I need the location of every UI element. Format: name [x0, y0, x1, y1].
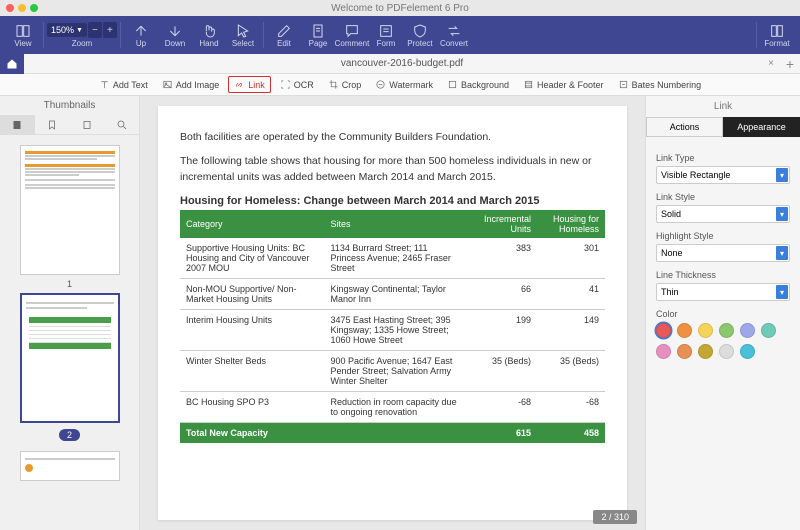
color-swatch[interactable] — [677, 344, 692, 359]
bates-numbering-button[interactable]: Bates Numbering — [613, 77, 707, 92]
actions-tab[interactable]: Actions — [646, 117, 723, 137]
header-footer-button[interactable]: Header & Footer — [518, 77, 609, 92]
color-swatch[interactable] — [656, 323, 671, 338]
format-button[interactable]: Format — [760, 18, 794, 52]
tab-bar: vancouver-2016-budget.pdf × + — [0, 54, 800, 74]
chevron-down-icon: ▾ — [776, 207, 788, 221]
table-row: Winter Shelter Beds900 Pacific Avenue; 1… — [180, 351, 605, 392]
edit-button[interactable]: Edit — [267, 18, 301, 52]
panel-title: Link — [646, 96, 800, 117]
up-button[interactable]: Up — [124, 18, 158, 52]
chevron-down-icon: ▾ — [776, 246, 788, 260]
link-button[interactable]: Link — [228, 76, 271, 93]
close-tab-icon[interactable]: × — [768, 58, 774, 69]
zoom-level[interactable]: 150%▼ — [47, 23, 87, 37]
table-row: Interim Housing Units3475 East Hasting S… — [180, 310, 605, 351]
thumbnails-tab[interactable] — [0, 115, 35, 134]
home-tab[interactable] — [0, 54, 24, 74]
highlight-style-select[interactable]: None▾ — [656, 244, 790, 262]
attachments-tab[interactable] — [70, 115, 105, 134]
chevron-down-icon: ▾ — [776, 285, 788, 299]
thumbnail-label-1: 1 — [6, 279, 133, 289]
thumbnail-page-3[interactable] — [20, 451, 120, 481]
bookmarks-tab[interactable] — [35, 115, 70, 134]
search-tab[interactable] — [104, 115, 139, 134]
zoom-in-button[interactable]: + — [103, 22, 117, 38]
page-indicator: 2 / 310 — [593, 510, 637, 524]
document-tab[interactable]: vancouver-2016-budget.pdf × — [24, 54, 780, 74]
hand-button[interactable]: Hand — [192, 18, 226, 52]
link-type-select[interactable]: Visible Rectangle▾ — [656, 166, 790, 184]
table-row: BC Housing SPO P3Reduction in room capac… — [180, 392, 605, 423]
background-button[interactable]: Background — [442, 77, 514, 92]
appearance-tab[interactable]: Appearance — [723, 117, 800, 137]
color-swatch[interactable] — [698, 344, 713, 359]
thumbnails-sidebar: Thumbnails 1 — [0, 96, 140, 530]
add-text-button[interactable]: Add Text — [94, 77, 153, 92]
view-button[interactable]: View — [6, 18, 40, 52]
chevron-down-icon: ▾ — [776, 168, 788, 182]
document-viewport[interactable]: Both facilities are operated by the Comm… — [140, 96, 645, 530]
select-button[interactable]: Select — [226, 18, 260, 52]
properties-panel: Link Actions Appearance Link Type Visibl… — [645, 96, 800, 530]
convert-button[interactable]: Convert — [437, 18, 471, 52]
window-title: Welcome to PDFelement 6 Pro — [0, 3, 800, 14]
table-row: Supportive Housing Units: BC Housing and… — [180, 238, 605, 279]
color-swatch[interactable] — [677, 323, 692, 338]
main-toolbar: View 150%▼ − + Zoom Up Down Hand Select … — [0, 16, 800, 54]
color-swatch[interactable] — [719, 323, 734, 338]
color-swatch[interactable] — [656, 344, 671, 359]
color-swatch[interactable] — [761, 323, 776, 338]
table-row: Non-MOU Supportive/ Non-Market Housing U… — [180, 279, 605, 310]
ocr-button[interactable]: OCR — [275, 77, 319, 92]
crop-button[interactable]: Crop — [323, 77, 367, 92]
sidebar-title: Thumbnails — [0, 96, 139, 115]
line-thickness-select[interactable]: Thin▾ — [656, 283, 790, 301]
add-tab-button[interactable]: + — [780, 56, 800, 72]
color-swatches — [656, 323, 790, 359]
housing-table: Category Sites Incremental Units Housing… — [180, 210, 605, 443]
page-button[interactable]: Page — [301, 18, 335, 52]
protect-button[interactable]: Protect — [403, 18, 437, 52]
link-style-select[interactable]: Solid▾ — [656, 205, 790, 223]
thumbnail-page-1[interactable] — [20, 145, 120, 275]
pdf-page: Both facilities are operated by the Comm… — [158, 106, 627, 520]
edit-subtoolbar: Add Text Add Image Link OCR Crop Waterma… — [0, 74, 800, 96]
color-swatch[interactable] — [719, 344, 734, 359]
color-swatch[interactable] — [740, 323, 755, 338]
title-bar: Welcome to PDFelement 6 Pro — [0, 0, 800, 16]
paragraph-2: The following table shows that housing f… — [180, 154, 605, 186]
table-title: Housing for Homeless: Change between Mar… — [180, 195, 605, 207]
form-button[interactable]: Form — [369, 18, 403, 52]
thumbnail-label-2: 2 — [59, 429, 80, 441]
paragraph-1: Both facilities are operated by the Comm… — [180, 130, 605, 146]
add-image-button[interactable]: Add Image — [157, 77, 225, 92]
watermark-button[interactable]: Watermark — [370, 77, 438, 92]
comment-button[interactable]: Comment — [335, 18, 369, 52]
down-button[interactable]: Down — [158, 18, 192, 52]
color-swatch[interactable] — [698, 323, 713, 338]
color-swatch[interactable] — [740, 344, 755, 359]
zoom-out-button[interactable]: − — [88, 22, 102, 38]
thumbnail-page-2[interactable] — [20, 293, 120, 423]
